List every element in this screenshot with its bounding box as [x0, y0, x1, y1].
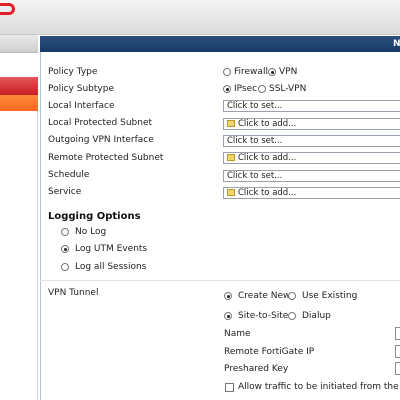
sidebar-item-selected[interactable]	[0, 77, 38, 95]
panel-title: N	[393, 39, 400, 49]
schedule-label: Schedule	[48, 170, 90, 180]
address-icon	[227, 120, 235, 127]
local-subnet-select[interactable]: Click to add...	[223, 118, 400, 130]
radio-vpn-label: VPN	[279, 67, 298, 77]
radio-site-to-site[interactable]	[224, 312, 232, 320]
service-label: Service	[48, 187, 82, 197]
local-interface-value: Click to set...	[227, 101, 283, 111]
allow-traffic-label: Allow traffic to be initiated from the r…	[238, 382, 400, 392]
outgoing-interface-select[interactable]: Click to set...	[223, 135, 400, 147]
radio-log-utm-label: Log UTM Events	[75, 244, 148, 254]
remote-subnet-value: Click to add...	[238, 153, 297, 163]
local-subnet-value: Click to add...	[238, 119, 297, 129]
radio-ipsec-label: IPsec	[234, 84, 258, 94]
preshared-key-input[interactable]	[395, 362, 400, 375]
schedule-value: Click to set...	[227, 171, 283, 181]
top-bar	[0, 0, 400, 35]
name-input[interactable]	[395, 327, 400, 340]
radio-ssl-vpn-label: SSL-VPN	[269, 84, 307, 94]
preshared-key-label: Preshared Key	[224, 364, 289, 374]
remote-ip-label: Remote FortiGate IP	[224, 347, 315, 357]
remote-subnet-label: Remote Protected Subnet	[48, 153, 164, 163]
sidebar-header	[0, 35, 38, 53]
radio-no-log[interactable]	[61, 228, 69, 236]
remote-subnet-select[interactable]: Click to add...	[223, 152, 400, 164]
fortinet-logo-icon	[0, 0, 18, 16]
radio-log-utm[interactable]	[61, 245, 69, 253]
policy-type-label: Policy Type	[48, 67, 98, 77]
radio-ipsec[interactable]	[223, 85, 231, 93]
radio-log-all[interactable]	[61, 263, 69, 271]
radio-use-existing-label: Use Existing	[302, 291, 358, 301]
radio-log-all-label: Log all Sessions	[75, 262, 147, 272]
radio-no-log-label: No Log	[75, 227, 107, 237]
local-interface-select[interactable]: Click to set...	[223, 100, 400, 112]
radio-ssl-vpn[interactable]	[258, 85, 266, 93]
radio-create-new[interactable]	[224, 292, 232, 300]
radio-site-to-site-label: Site-to-Site	[238, 311, 289, 321]
sidebar-item-highlighted[interactable]	[0, 95, 38, 111]
address-icon	[227, 154, 235, 161]
remote-ip-input[interactable]	[395, 345, 400, 358]
allow-traffic-checkbox[interactable]	[225, 383, 234, 392]
outgoing-interface-value: Click to set...	[227, 136, 283, 146]
separator	[40, 280, 400, 281]
panel-header: N	[40, 36, 400, 52]
vpn-tunnel-label: VPN Tunnel	[48, 288, 99, 298]
outgoing-interface-label: Outgoing VPN Interface	[48, 135, 154, 145]
radio-firewall[interactable]	[223, 68, 231, 76]
name-label: Name	[224, 329, 251, 339]
local-interface-label: Local Interface	[48, 101, 115, 111]
schedule-select[interactable]: Click to set...	[223, 170, 400, 182]
sidebar-blank	[0, 53, 38, 77]
radio-vpn[interactable]	[268, 68, 276, 76]
service-value: Click to add...	[238, 188, 297, 198]
radio-firewall-label: Firewall	[234, 67, 268, 77]
radio-dialup[interactable]	[288, 312, 296, 320]
policy-subtype-label: Policy Subtype	[48, 84, 114, 94]
sidebar	[0, 35, 38, 400]
service-icon	[227, 189, 235, 196]
local-subnet-label: Local Protected Subnet	[48, 118, 153, 128]
logging-options-title: Logging Options	[48, 211, 141, 222]
service-select[interactable]: Click to add...	[223, 187, 400, 199]
radio-use-existing[interactable]	[288, 292, 296, 300]
radio-create-new-label: Create New	[238, 291, 291, 301]
radio-dialup-label: Dialup	[302, 311, 331, 321]
